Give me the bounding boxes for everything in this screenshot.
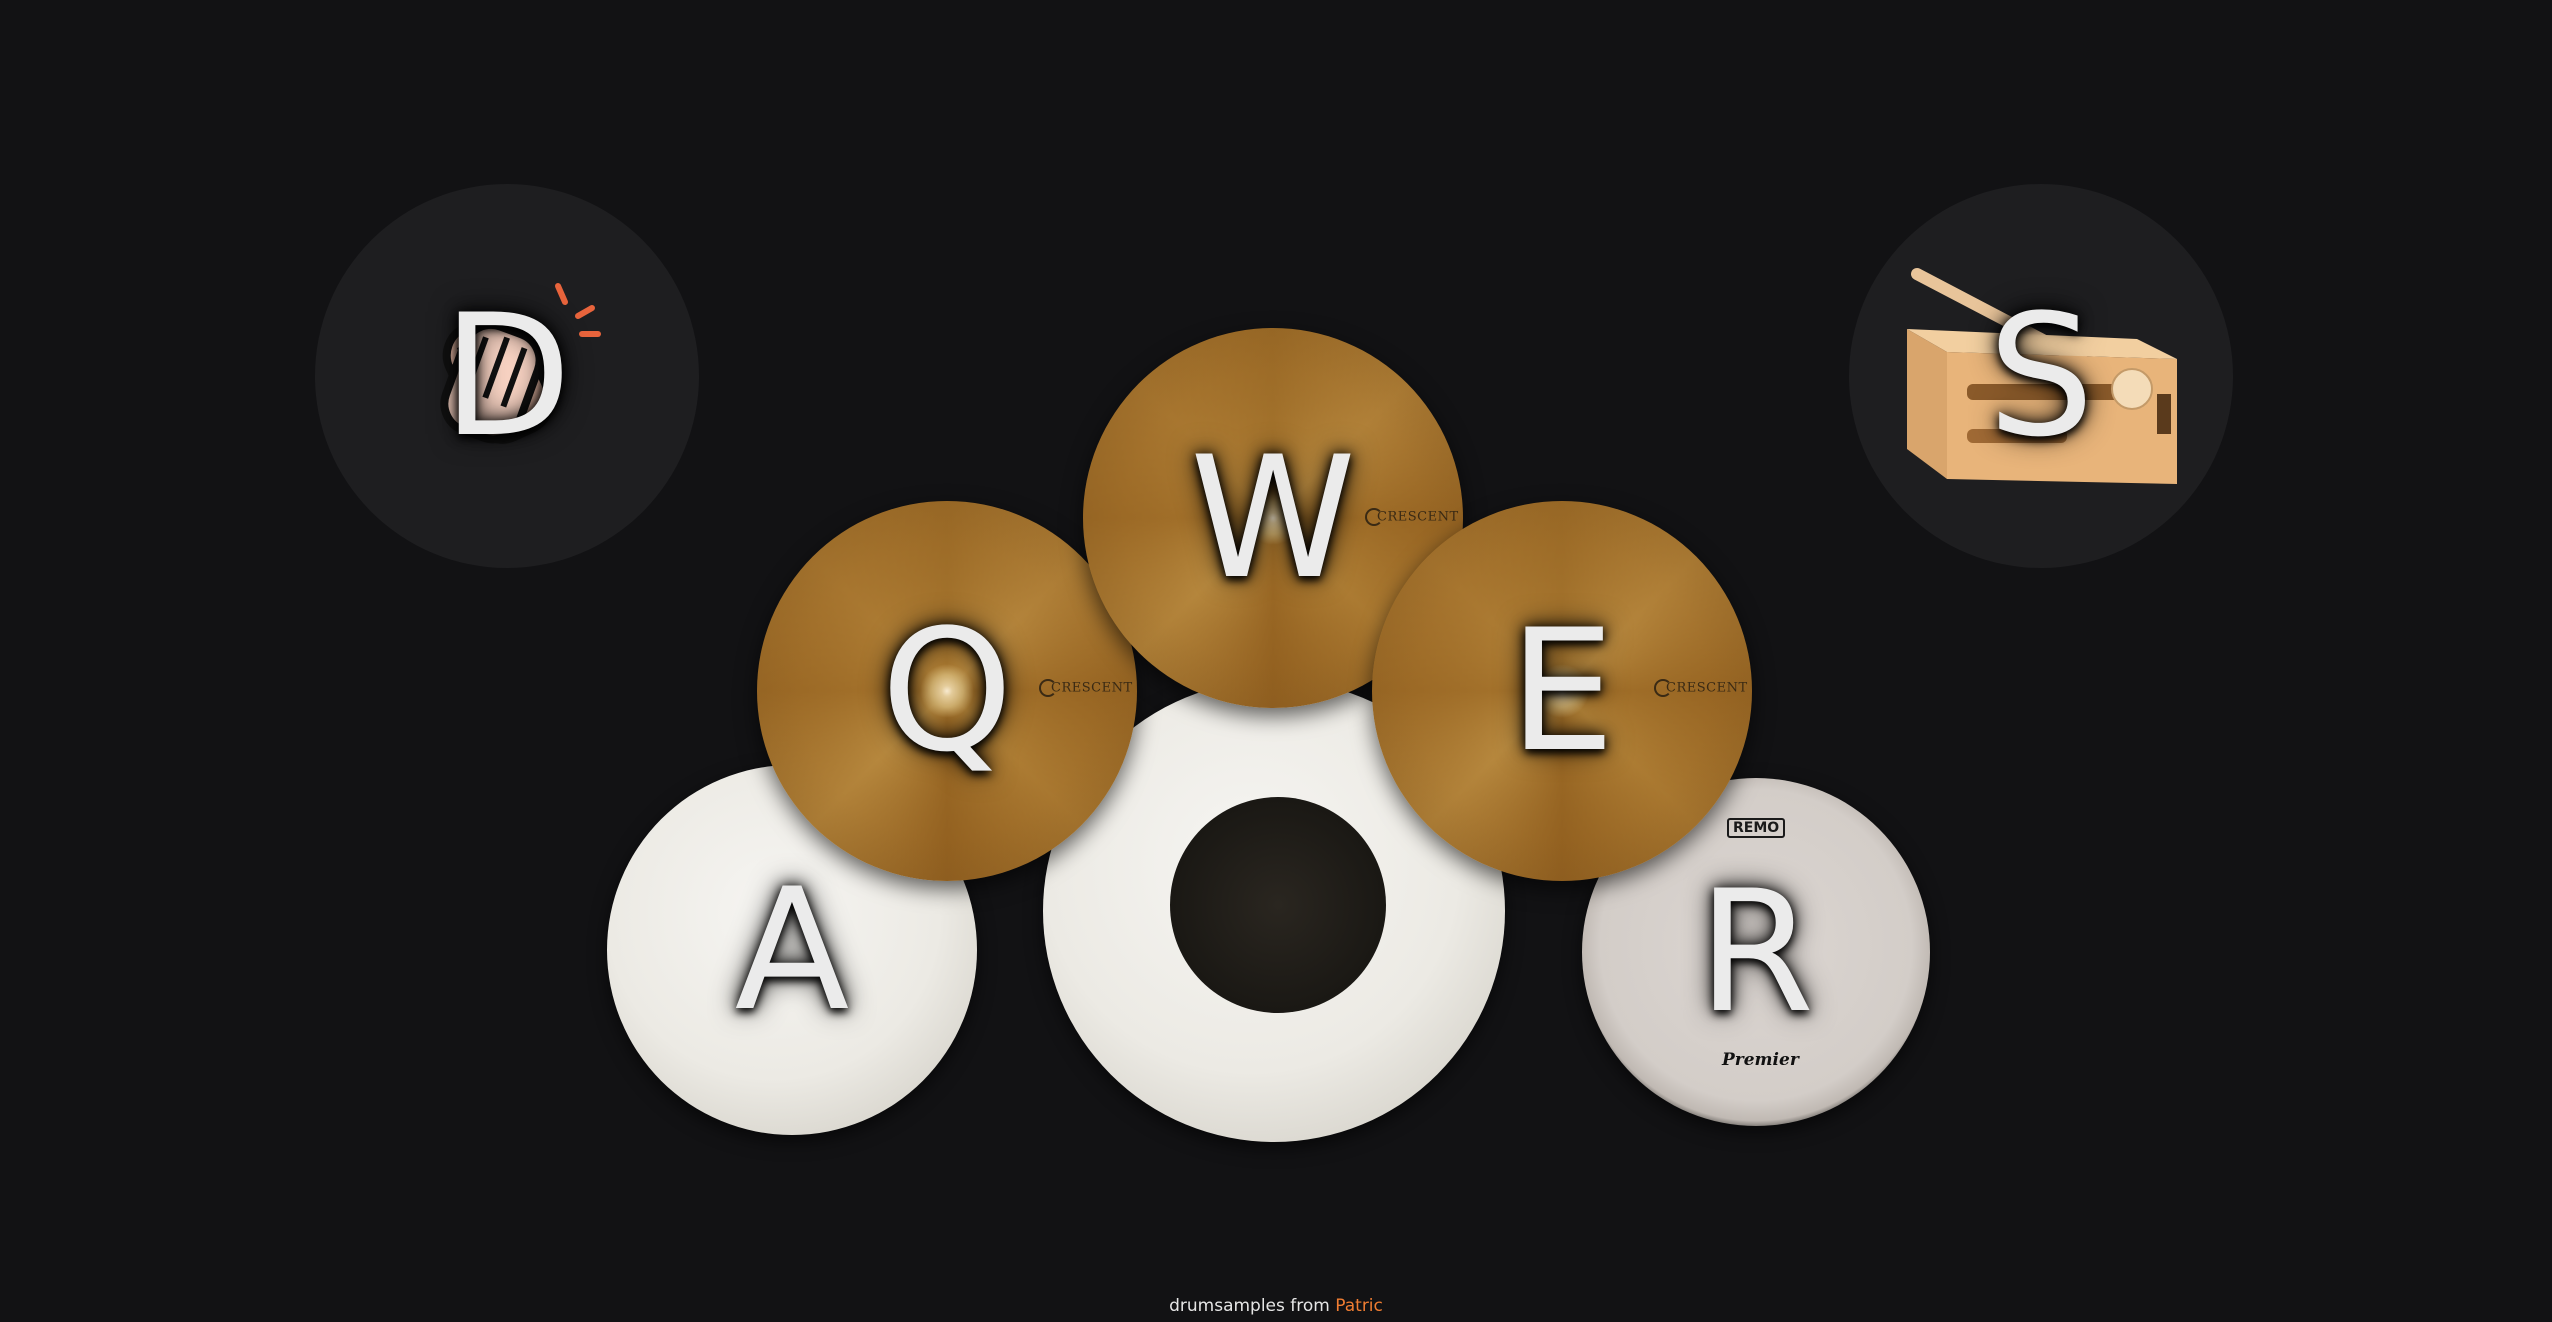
clap-pad[interactable]: D [315,184,699,568]
crash-center-brand: CRESCENT [1365,508,1459,526]
crash-left-brand: CRESCENT [1039,679,1133,697]
crash-right-pad[interactable]: CRESCENT E [1372,501,1752,881]
footer-credits: drumsamples from Patric [0,1296,2552,1316]
kick-port-hole [1170,797,1386,1013]
footer-credit-link[interactable]: Patric [1335,1296,1383,1316]
snare-brand-top: REMO [1727,818,1786,838]
snare-brand-bottom: Premier [1722,1050,1799,1070]
crash-left-pad[interactable]: CRESCENT Q [757,501,1137,881]
crash-right-brand: CRESCENT [1654,679,1748,697]
clapping-hands-icon [440,283,601,444]
woodblock-pad[interactable]: S [1849,184,2233,568]
drum-kit-stage: D S A REMO Premier R CRESCENT Q CRESCENT… [0,0,2552,1322]
footer-text: drumsamples from [1169,1296,1330,1316]
woodblock-icon [1907,268,2177,484]
